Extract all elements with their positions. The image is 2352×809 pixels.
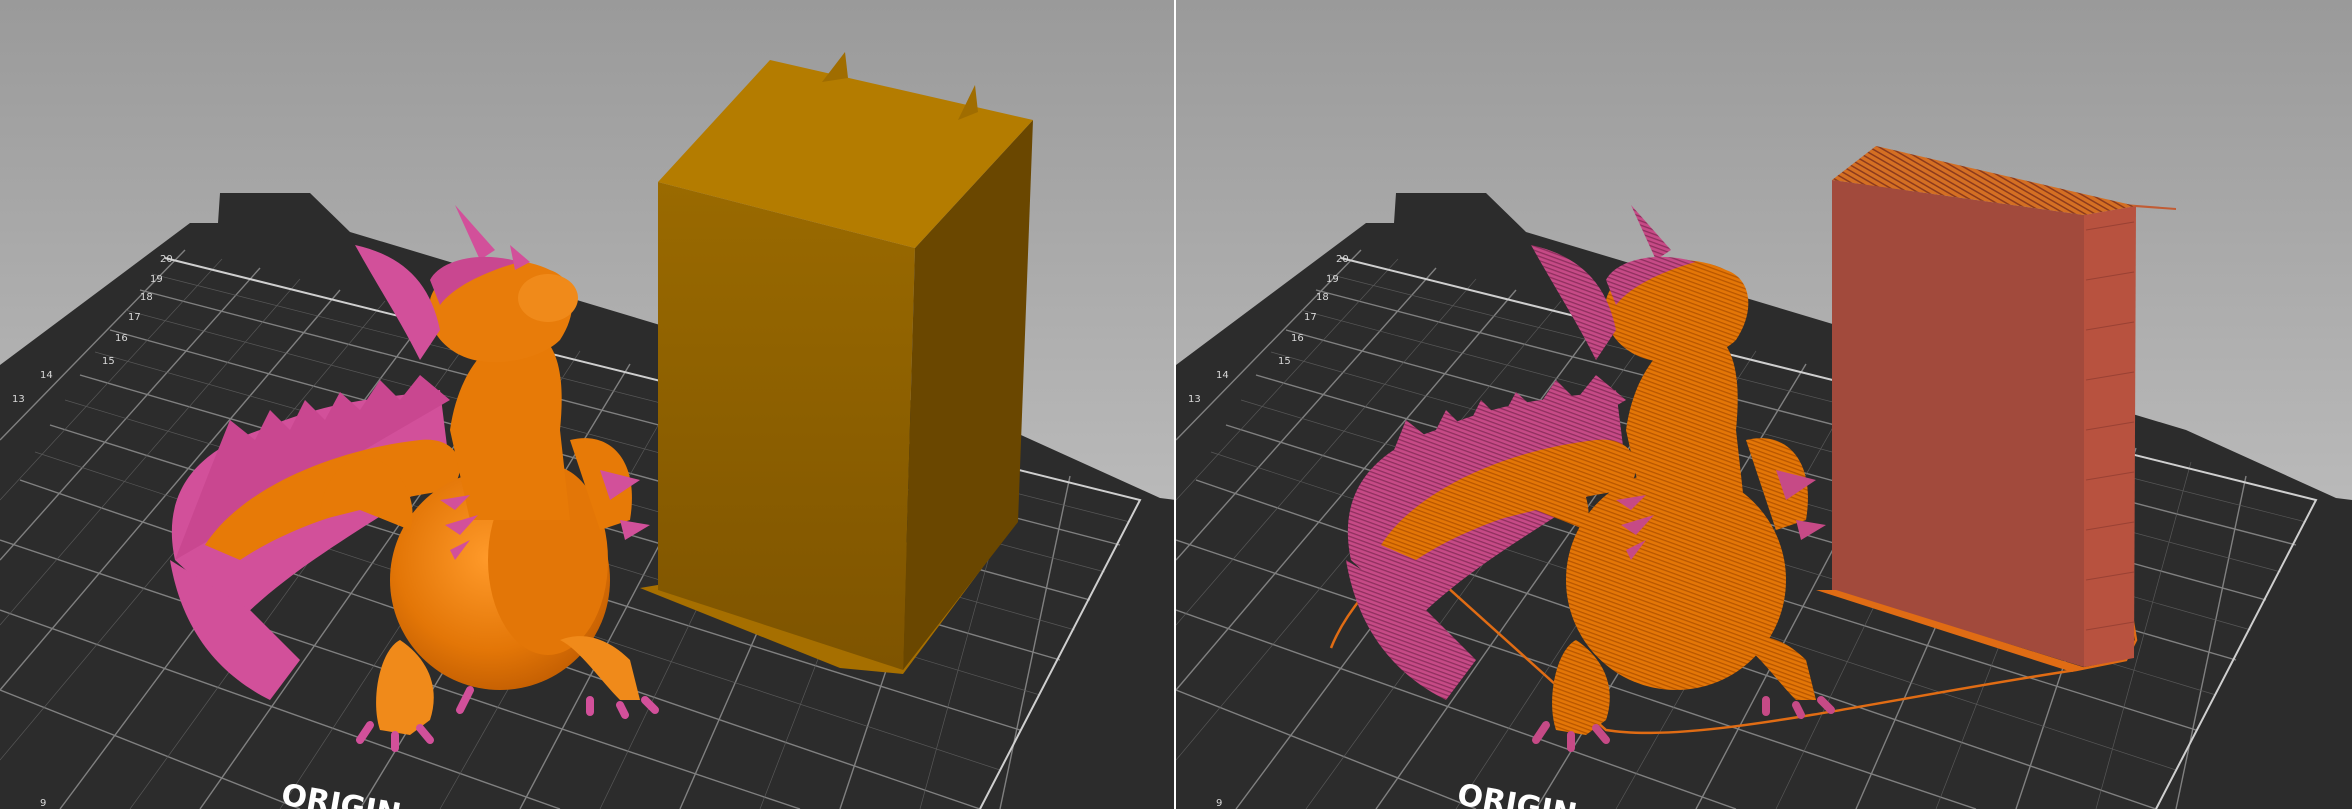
scene-right: 20 19 18 17 16 15 14 13 9 ORIGIN	[1176, 0, 2352, 809]
svg-text:18: 18	[140, 292, 153, 303]
svg-text:14: 14	[40, 370, 53, 381]
svg-text:16: 16	[1291, 333, 1304, 344]
svg-text:15: 15	[1278, 356, 1291, 367]
model-viewport-left[interactable]: 20 19 18 17 16 15 14 13 9 ORIGIN	[0, 0, 1176, 809]
svg-text:20: 20	[160, 254, 173, 265]
svg-text:14: 14	[1216, 370, 1229, 381]
svg-text:15: 15	[102, 356, 115, 367]
svg-text:18: 18	[1316, 292, 1329, 303]
svg-text:16: 16	[115, 333, 128, 344]
wipe-tower[interactable]	[1816, 146, 2176, 672]
svg-text:19: 19	[150, 274, 163, 285]
svg-text:9: 9	[1216, 798, 1222, 809]
svg-text:20: 20	[1336, 254, 1349, 265]
scene-left: 20 19 18 17 16 15 14 13 9 ORIGIN	[0, 0, 1176, 809]
svg-text:13: 13	[12, 394, 25, 405]
svg-text:17: 17	[1304, 312, 1317, 323]
svg-text:17: 17	[128, 312, 141, 323]
svg-text:9: 9	[40, 798, 46, 809]
slice-viewport-right[interactable]: 20 19 18 17 16 15 14 13 9 ORIGIN	[1176, 0, 2352, 809]
svg-text:19: 19	[1326, 274, 1339, 285]
svg-text:13: 13	[1188, 394, 1201, 405]
